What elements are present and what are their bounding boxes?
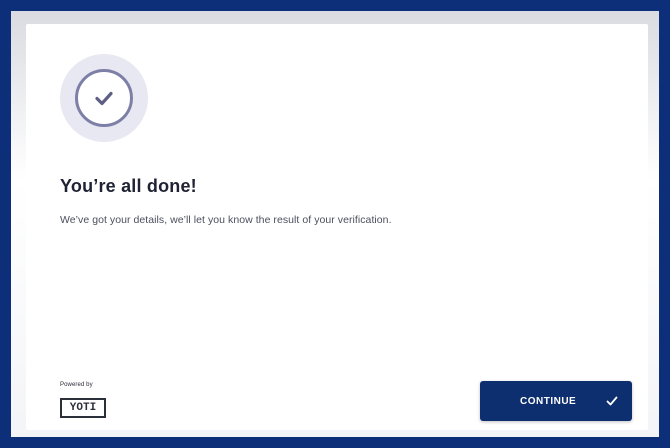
yoti-logo: YOTI [60,398,106,418]
success-badge [60,54,148,142]
completion-panel: You’re all done! We’ve got your details,… [26,24,648,430]
yoti-logo-text: YOTI [69,401,97,414]
success-circle [75,69,133,127]
check-circle-icon [95,91,113,106]
check-icon [606,396,618,406]
status-message: We’ve got your details, we’ll let you kn… [60,214,392,226]
continue-button[interactable]: CONTINUE [480,381,632,421]
powered-by-label: Powered by [60,382,93,388]
page-title: You’re all done! [60,176,197,196]
verification-screen: You’re all done! We’ve got your details,… [0,0,670,448]
continue-button-label: CONTINUE [520,395,577,407]
